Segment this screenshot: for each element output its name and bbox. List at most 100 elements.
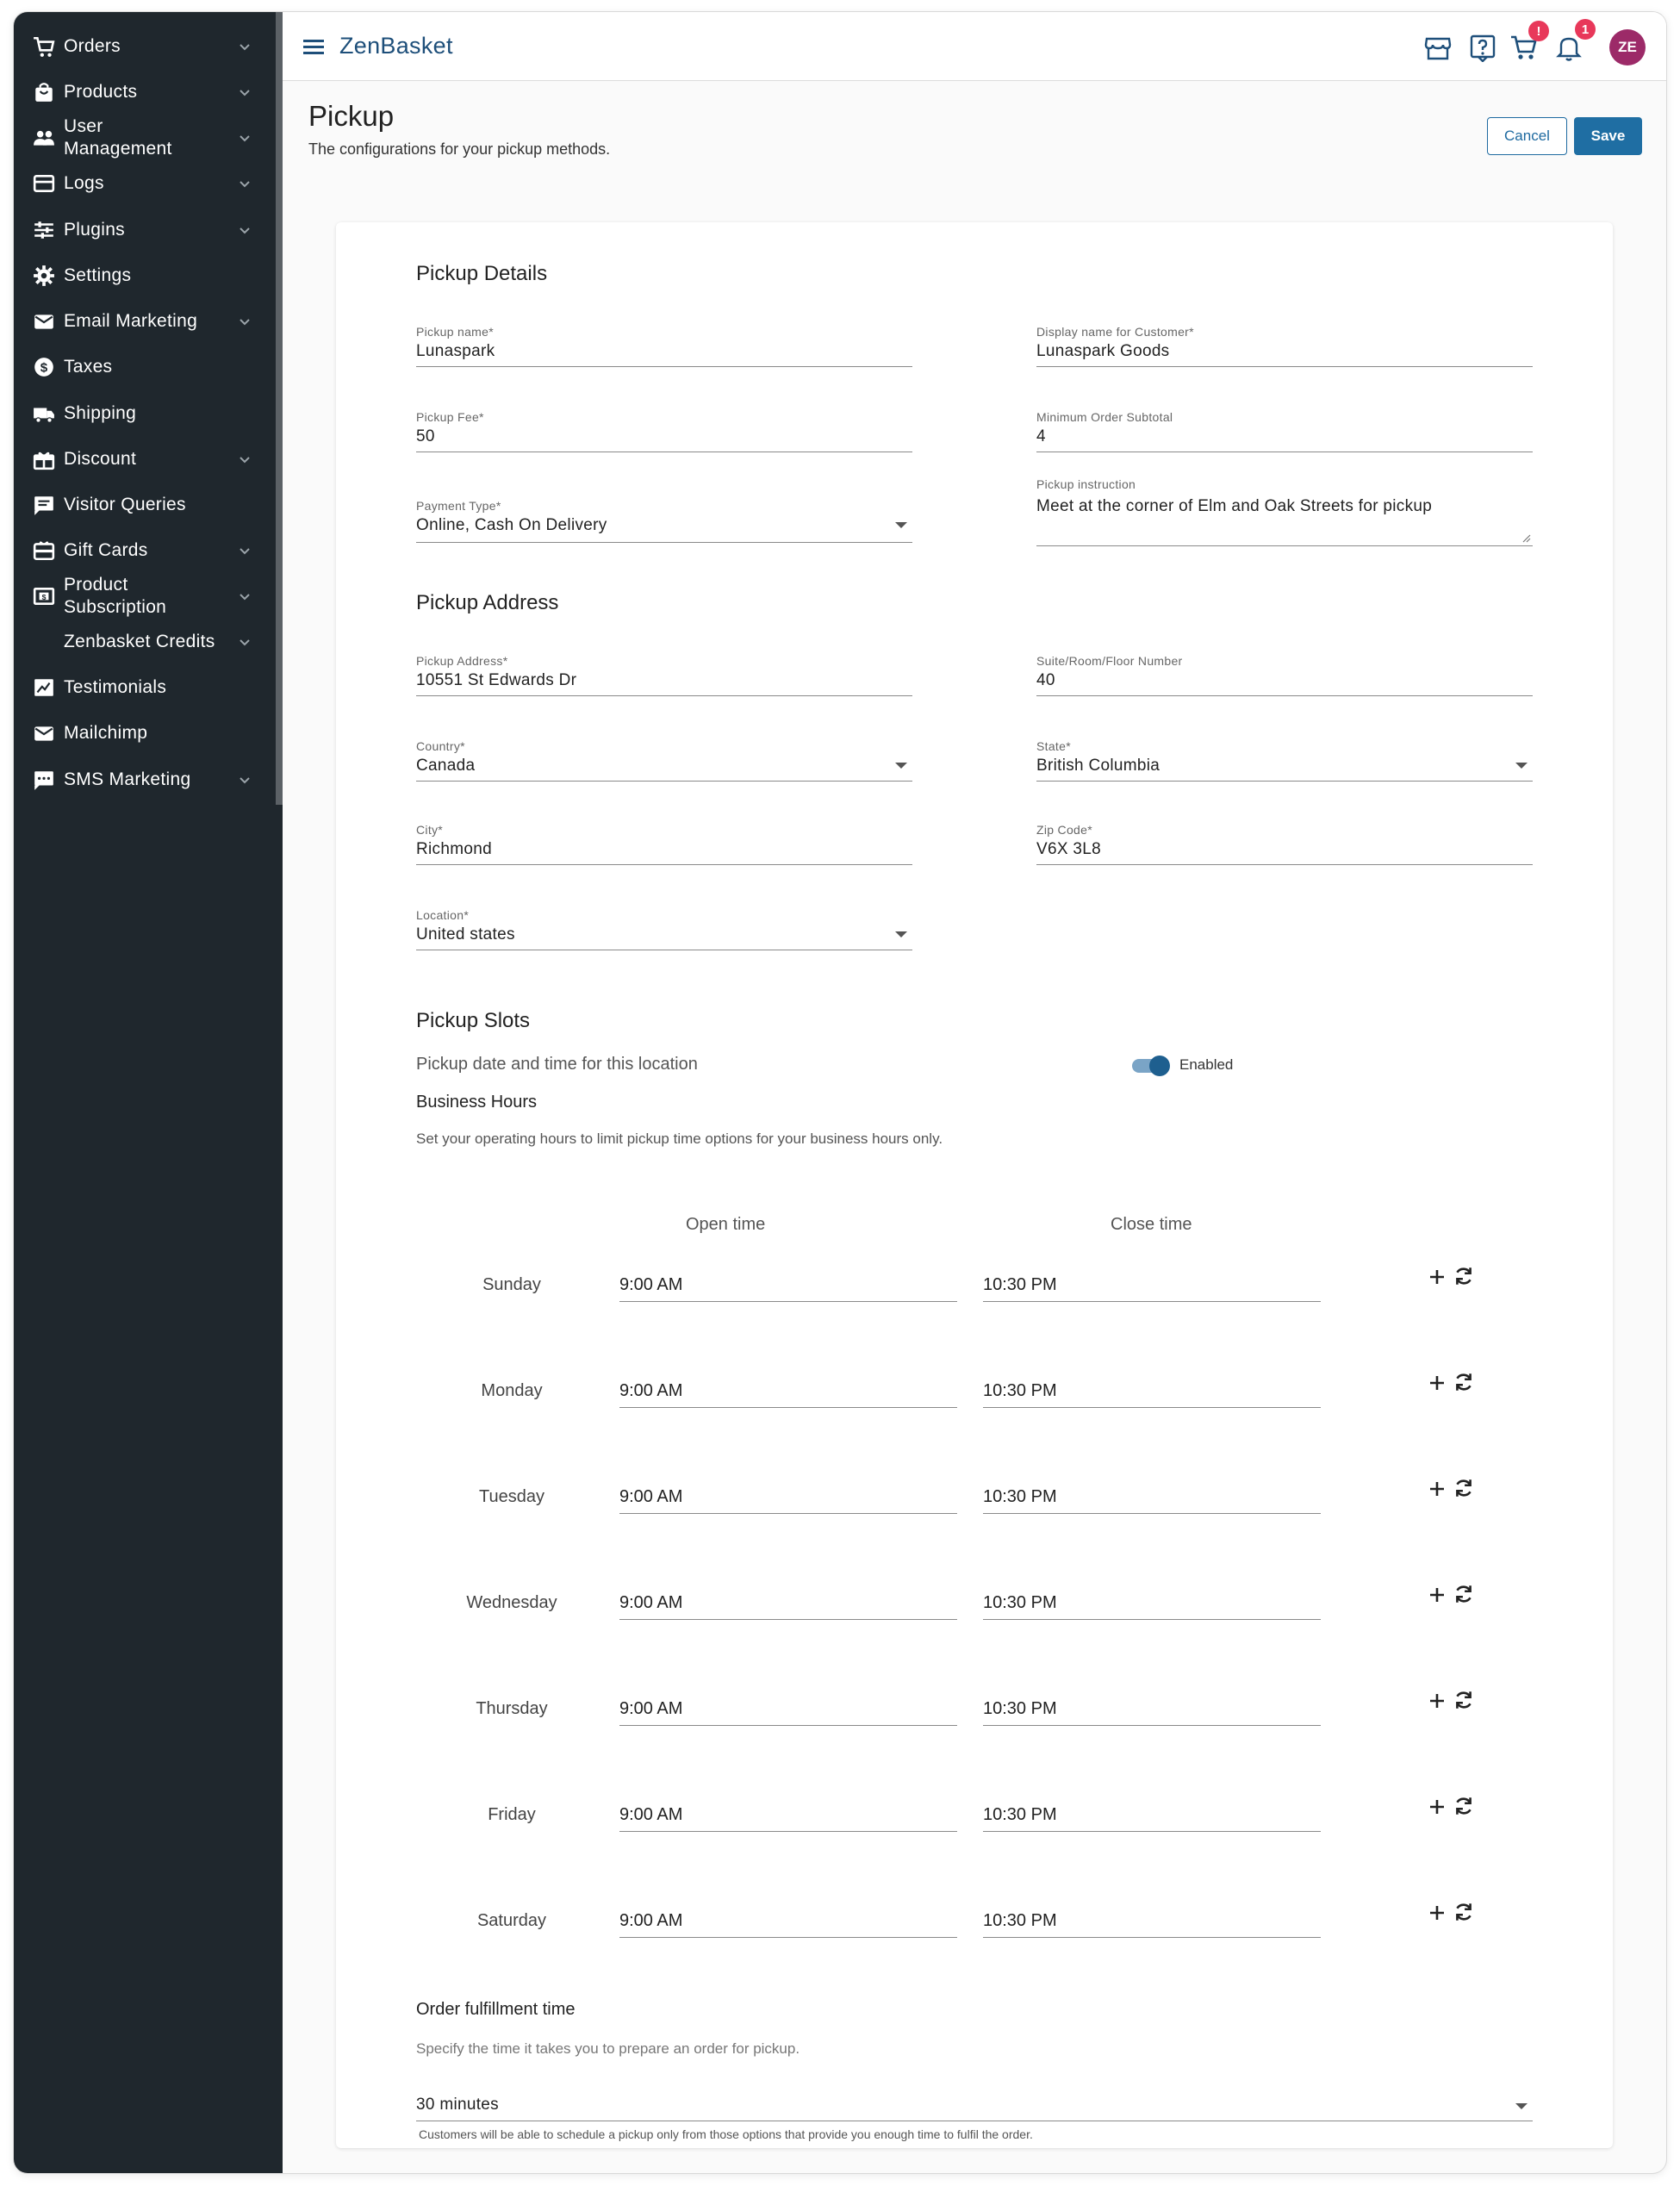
open-time-field[interactable]: 9:00 AM (619, 1381, 957, 1409)
close-time-field[interactable]: 10:30 PM (983, 1805, 1321, 1833)
close-time-field[interactable]: 10:30 PM (983, 1275, 1321, 1303)
dropdown-caret-icon[interactable] (895, 522, 907, 528)
chevron-down-icon[interactable] (236, 38, 253, 55)
dropdown-caret-icon[interactable] (895, 931, 907, 937)
add-slot-icon[interactable] (1427, 1585, 1447, 1605)
reset-slot-icon[interactable] (1453, 1583, 1475, 1605)
reset-slot-icon[interactable] (1453, 1477, 1475, 1499)
sidebar-item-user-management[interactable]: User Management (14, 115, 276, 160)
suite-number-field[interactable]: Suite/Room/Floor Number 40 (1036, 654, 1533, 697)
reset-slot-icon[interactable] (1453, 1265, 1475, 1287)
time-value[interactable]: 10:30 PM (983, 1487, 1057, 1507)
time-value[interactable]: 10:30 PM (983, 1911, 1057, 1931)
pickup-instruction-textarea[interactable]: Pickup instruction Meet at the corner of… (1036, 477, 1533, 546)
chevron-down-icon[interactable] (236, 588, 253, 605)
close-time-field[interactable]: 10:30 PM (983, 1593, 1321, 1621)
field-value[interactable]: Canada (416, 757, 475, 775)
chevron-down-icon[interactable] (236, 129, 253, 146)
time-value[interactable]: 9:00 AM (619, 1487, 682, 1507)
pickup-fee-field[interactable]: Pickup Fee* 50 (416, 410, 912, 453)
dropdown-caret-icon[interactable] (895, 763, 907, 769)
chevron-down-icon[interactable] (236, 542, 253, 559)
time-value[interactable]: 9:00 AM (619, 1381, 682, 1401)
field-value[interactable]: 40 (1036, 671, 1055, 690)
time-value[interactable]: 10:30 PM (983, 1805, 1057, 1825)
field-value[interactable]: 30 minutes (416, 2096, 499, 2114)
open-time-field[interactable]: 9:00 AM (619, 1593, 957, 1621)
chevron-down-icon[interactable] (236, 175, 253, 192)
close-time-field[interactable]: 10:30 PM (983, 1699, 1321, 1727)
sidebar-item-shipping[interactable]: Shipping (14, 391, 276, 436)
field-value[interactable]: 10551 St Edwards Dr (416, 671, 576, 690)
time-value[interactable]: 10:30 PM (983, 1381, 1057, 1401)
time-value[interactable]: 9:00 AM (619, 1699, 682, 1719)
toggle-knob[interactable] (1149, 1056, 1170, 1076)
sidebar-item-email-marketing[interactable]: Email Marketing (14, 299, 276, 344)
hamburger-menu-icon[interactable] (303, 38, 326, 55)
sidebar-item-plugins[interactable]: Plugins (14, 208, 276, 252)
sidebar-item-mailchimp[interactable]: Mailchimp (14, 711, 276, 756)
sidebar-item-logs[interactable]: Logs (14, 161, 276, 206)
pickup-address-field[interactable]: Pickup Address* 10551 St Edwards Dr (416, 654, 912, 697)
minimum-subtotal-field[interactable]: Minimum Order Subtotal 4 (1036, 410, 1533, 453)
field-value[interactable]: United states (416, 925, 515, 944)
field-value[interactable]: British Columbia (1036, 757, 1160, 775)
help-icon[interactable] (1468, 33, 1497, 62)
fulfillment-time-select[interactable]: 30 minutes (416, 2096, 1533, 2121)
sidebar-item-taxes[interactable]: $ Taxes (14, 345, 276, 389)
field-value[interactable]: Online, Cash On Delivery (416, 516, 607, 535)
city-field[interactable]: City* Richmond (416, 823, 912, 866)
save-button[interactable]: Save (1574, 117, 1642, 155)
reset-slot-icon[interactable] (1453, 1795, 1475, 1817)
reset-slot-icon[interactable] (1453, 1371, 1475, 1393)
field-value[interactable]: Lunaspark (416, 342, 495, 361)
display-name-field[interactable]: Display name for Customer* Lunaspark Goo… (1036, 325, 1533, 368)
time-value[interactable]: 9:00 AM (619, 1275, 682, 1295)
sidebar-item-sms-marketing[interactable]: SMS Marketing (14, 757, 276, 802)
location-select[interactable]: Location* United states (416, 908, 912, 951)
close-time-field[interactable]: 10:30 PM (983, 1381, 1321, 1409)
field-value[interactable]: 50 (416, 427, 435, 446)
resize-handle-icon[interactable] (1522, 534, 1531, 543)
sidebar-item-product-subscription[interactable]: $ Product Subscription (14, 574, 276, 619)
chevron-down-icon[interactable] (236, 313, 253, 330)
sidebar-item-zenbasket-credits[interactable]: Zenbasket Credits (14, 620, 276, 664)
open-time-field[interactable]: 9:00 AM (619, 1911, 957, 1939)
add-slot-icon[interactable] (1427, 1903, 1447, 1923)
time-value[interactable]: 9:00 AM (619, 1593, 682, 1613)
add-slot-icon[interactable] (1427, 1691, 1447, 1711)
dropdown-caret-icon[interactable] (1515, 2103, 1528, 2109)
open-time-field[interactable]: 9:00 AM (619, 1805, 957, 1833)
sidebar-item-testimonials[interactable]: Testimonials (14, 665, 276, 710)
chevron-down-icon[interactable] (236, 771, 253, 788)
add-slot-icon[interactable] (1427, 1797, 1447, 1817)
close-time-field[interactable]: 10:30 PM (983, 1911, 1321, 1939)
open-time-field[interactable]: 9:00 AM (619, 1699, 957, 1727)
sidebar-item-orders[interactable]: Orders (14, 24, 276, 69)
chevron-down-icon[interactable] (236, 633, 253, 651)
time-value[interactable]: 9:00 AM (619, 1805, 682, 1825)
close-time-field[interactable]: 10:30 PM (983, 1487, 1321, 1515)
field-value[interactable]: V6X 3L8 (1036, 840, 1101, 859)
chevron-down-icon[interactable] (236, 84, 253, 101)
pickup-name-field[interactable]: Pickup name* Lunaspark (416, 325, 912, 368)
field-value[interactable]: Richmond (416, 840, 492, 859)
dropdown-caret-icon[interactable] (1515, 763, 1528, 769)
sidebar-scrollbar[interactable] (276, 12, 283, 805)
time-value[interactable]: 10:30 PM (983, 1699, 1057, 1719)
sidebar-item-visitor-queries[interactable]: Visitor Queries (14, 483, 276, 527)
zip-code-field[interactable]: Zip Code* V6X 3L8 (1036, 823, 1533, 866)
add-slot-icon[interactable] (1427, 1373, 1447, 1393)
sidebar-item-discount[interactable]: Discount (14, 437, 276, 482)
field-value[interactable]: Meet at the corner of Elm and Oak Street… (1036, 497, 1432, 516)
field-value[interactable]: 4 (1036, 427, 1046, 446)
add-slot-icon[interactable] (1427, 1479, 1447, 1499)
reset-slot-icon[interactable] (1453, 1901, 1475, 1923)
country-select[interactable]: Country* Canada (416, 739, 912, 782)
store-icon[interactable] (1423, 33, 1453, 62)
time-value[interactable]: 9:00 AM (619, 1911, 682, 1931)
add-slot-icon[interactable] (1427, 1267, 1447, 1287)
brand-name[interactable]: ZenBasket (339, 33, 453, 59)
open-time-field[interactable]: 9:00 AM (619, 1487, 957, 1515)
state-select[interactable]: State* British Columbia (1036, 739, 1533, 782)
